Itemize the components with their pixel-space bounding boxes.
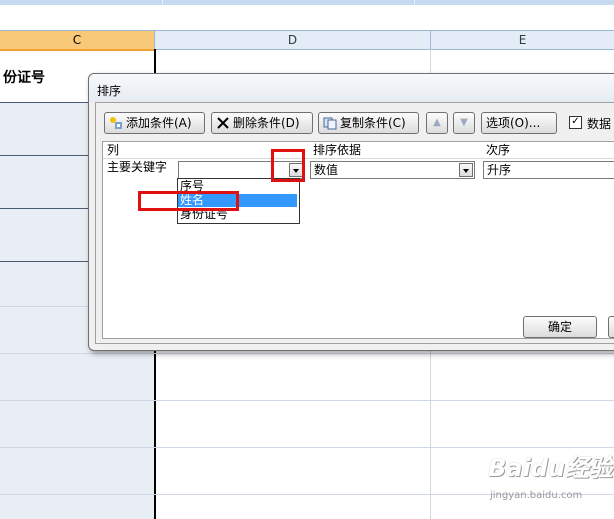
column-header-c[interactable]: C xyxy=(0,31,155,51)
baidu-watermark: Baidu经验 xyxy=(488,454,613,482)
baidu-watermark-url: jingyan.baidu.com xyxy=(490,490,583,501)
move-up-button[interactable]: ▲ xyxy=(426,112,448,134)
row-line xyxy=(0,353,614,354)
add-condition-label: 添加条件(A) xyxy=(126,116,192,130)
cell-c1[interactable]: 份证号 xyxy=(3,67,45,87)
add-condition-button[interactable]: 添加条件(A) xyxy=(104,112,205,134)
chevron-down-icon[interactable] xyxy=(289,163,303,177)
sort-on-select[interactable]: 数值 xyxy=(310,161,475,179)
primary-key-label: 主要关键字 xyxy=(107,160,168,174)
dropdown-option-index[interactable]: 序号 xyxy=(178,180,297,193)
delete-condition-button[interactable]: 删除条件(D) xyxy=(211,112,313,134)
has-header-label: 数据 xyxy=(587,117,612,131)
options-button[interactable]: 选项(O)... xyxy=(481,112,557,134)
copy-condition-button[interactable]: 复制条件(C) xyxy=(318,112,419,134)
dialog-title: 排序 xyxy=(97,84,122,98)
dropdown-option-name[interactable]: 姓名 xyxy=(178,194,297,207)
sort-on-select-value: 数值 xyxy=(314,163,339,177)
dialog-title-bar[interactable]: 排序 xyxy=(89,74,614,102)
column-header-e[interactable]: E xyxy=(431,31,614,50)
arrow-down-icon: ▼ xyxy=(460,117,468,128)
dropdown-option-id-number[interactable]: 身份证号 xyxy=(178,208,297,221)
column-header-label: 列 xyxy=(107,143,120,157)
row-line xyxy=(0,400,614,401)
chevron-down-icon[interactable] xyxy=(459,163,473,177)
ok-label: 确定 xyxy=(547,320,572,334)
order-select[interactable]: 升序 xyxy=(483,161,614,179)
order-header-label: 次序 xyxy=(486,143,511,157)
sort-levels-grid: 列 排序依据 次序 主要关键字 数值 升序 xyxy=(102,141,614,339)
sort-dialog: 排序 添加条件(A) 删除条件(D) 复制条件(C) ▲ ▼ 选项(O)... … xyxy=(88,73,614,351)
move-down-button[interactable]: ▼ xyxy=(453,112,475,134)
formula-bar-area xyxy=(0,5,614,31)
column-dropdown-list: 序号 姓名 身份证号 xyxy=(177,178,300,224)
copy-icon xyxy=(323,116,337,130)
delete-x-icon xyxy=(216,116,230,130)
ok-button[interactable]: 确定 xyxy=(523,316,597,338)
order-select-value: 升序 xyxy=(487,163,512,177)
delete-condition-label: 删除条件(D) xyxy=(233,116,300,130)
has-header-checkbox[interactable]: ✓ xyxy=(569,116,582,129)
dialog-body: 添加条件(A) 删除条件(D) 复制条件(C) ▲ ▼ 选项(O)... ✓ 数… xyxy=(95,102,614,344)
cancel-button[interactable] xyxy=(608,316,614,338)
column-select[interactable] xyxy=(178,161,305,179)
sort-on-header-label: 排序依据 xyxy=(313,143,362,157)
arrow-up-icon: ▲ xyxy=(433,117,441,128)
options-label: 选项(O)... xyxy=(486,116,541,130)
add-level-icon xyxy=(109,116,123,130)
copy-condition-label: 复制条件(C) xyxy=(340,116,406,130)
column-header-d[interactable]: D xyxy=(155,31,431,50)
